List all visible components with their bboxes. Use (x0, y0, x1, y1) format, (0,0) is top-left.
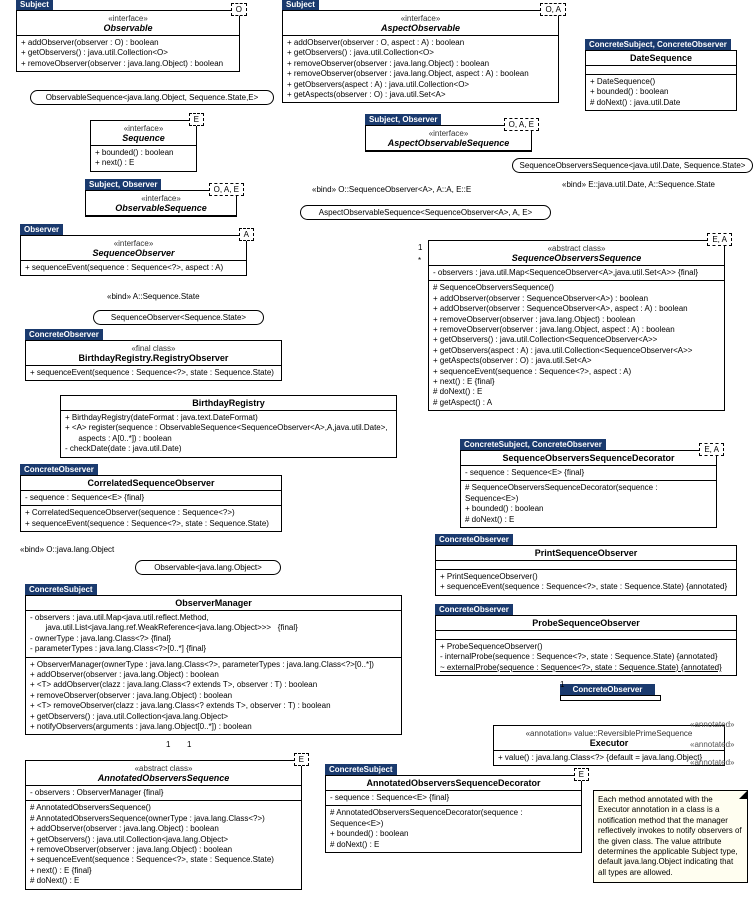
class-sequence-observers-sequence: E, A «abstract class»SequenceObserversSe… (428, 240, 725, 411)
binding-seq-observer-state: SequenceObserver<Sequence.State> (93, 310, 264, 325)
uml-diagram: Subject O «interface»Observable + addObs… (0, 0, 756, 910)
class-date-sequence: ConcreteSubject, ConcreteObserver DateSe… (585, 50, 737, 111)
comment-note: Each method annotated with the Executor … (593, 790, 748, 883)
class-observer-manager: ConcreteSubject ObserverManager - observ… (25, 595, 402, 735)
class-observable: Subject O «interface»Observable + addObs… (16, 10, 240, 72)
class-birthday-registry: BirthdayRegistry + BirthdayRegistry(date… (60, 395, 397, 458)
binding-aspect-obs-seq: AspectObservableSequence<SequenceObserve… (300, 205, 551, 220)
class-annotated-observers-sequence: E «abstract class»AnnotatedObserversSequ… (25, 760, 302, 890)
binding-observable-sequence: ObservableSequence<java.lang.Object, Seq… (30, 90, 274, 105)
tag-concrete-observer: ConcreteObserver (560, 695, 661, 701)
class-sequence: E «interface»Sequence + bounded() : bool… (90, 120, 197, 172)
class-aspect-observable: Subject O, A «interface»AspectObservable… (282, 10, 559, 103)
class-sequence-observer: Observer A «interface»SequenceObserver +… (20, 235, 247, 276)
binding-observable-jlang: Observable<java.lang.Object> (135, 560, 281, 575)
class-seq-observers-decorator: ConcreteSubject, ConcreteObserver E, A S… (460, 450, 717, 528)
stereotype-tag: Subject (16, 0, 53, 10)
class-registry-observer: ConcreteObserver «final class»BirthdayRe… (25, 340, 282, 381)
class-annotated-decorator: ConcreteSubject E AnnotatedObserversSequ… (325, 775, 582, 853)
class-correlated-observer: ConcreteObserver CorrelatedSequenceObser… (20, 475, 282, 532)
class-aspect-observable-sequence: Subject, Observer O, A, E «interface»Asp… (365, 125, 532, 152)
class-observable-sequence: Subject, Observer O, A, E «interface»Obs… (85, 190, 237, 217)
binding-seq-obs-seq: SequenceObserversSequence<java.util.Date… (512, 158, 753, 173)
template-params: O (231, 3, 247, 16)
class-probe-observer: ConcreteObserver ProbeSequenceObserver +… (435, 615, 737, 676)
class-print-observer: ConcreteObserver PrintSequenceObserver +… (435, 545, 737, 596)
